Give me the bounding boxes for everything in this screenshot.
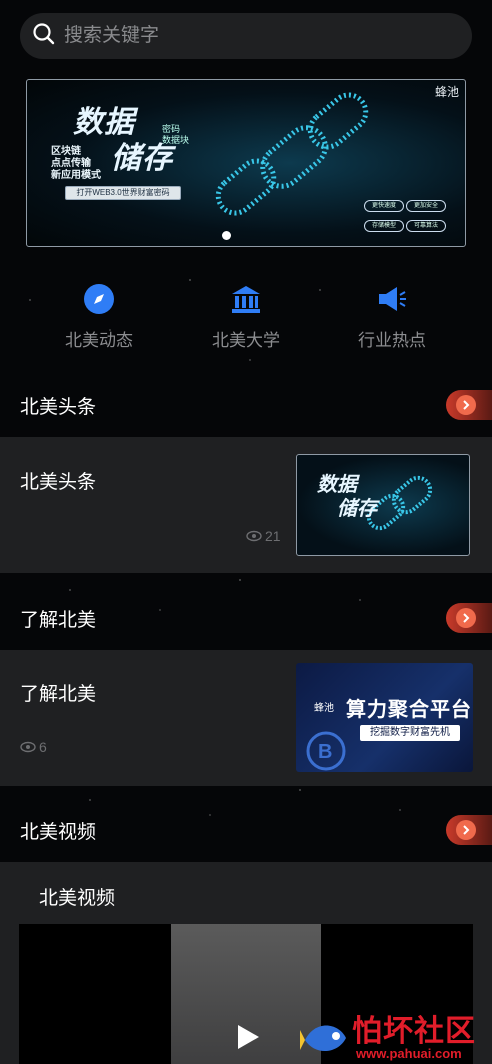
svg-text:B: B <box>318 741 332 763</box>
svg-text:储存: 储存 <box>337 497 380 520</box>
search-icon <box>32 22 56 51</box>
more-button[interactable] <box>446 390 492 420</box>
banner-cta: 打开WEB3.0世界财富密码 <box>65 186 181 200</box>
section-title: 北美视频 <box>20 821 97 843</box>
compass-icon <box>84 284 114 314</box>
carousel-indicator-dot[interactable] <box>222 231 231 240</box>
fish-logo-icon <box>300 1025 346 1052</box>
watermark-logo: 怕坏社区 www.pahuai.com <box>300 1006 492 1064</box>
chevron-right-icon <box>463 825 470 835</box>
banner-title-line2: 储存 <box>111 142 173 175</box>
article-thumbnail: 数据 储存 <box>296 454 470 556</box>
banner-title-line1: 数据 <box>73 106 135 139</box>
university-icon <box>232 286 260 313</box>
view-count: 21 <box>246 528 281 544</box>
more-button[interactable] <box>446 603 492 633</box>
more-button[interactable] <box>446 815 492 845</box>
nav-item-news[interactable]: 北美动态 <box>39 282 159 351</box>
banner-brand: 蜂池 <box>434 85 459 99</box>
banner-carousel[interactable]: 蜂池 数据 储存 密码 数据块 区块链 点点传输 新应用模式 打开WEB3.0世… <box>26 79 466 247</box>
svg-text:数据: 数据 <box>317 473 360 496</box>
banner-lines: 区块链 点点传输 新应用模式 <box>51 146 101 181</box>
eye-icon <box>246 530 262 542</box>
banner-subtitle: 密码 数据块 <box>162 124 190 145</box>
megaphone-icon <box>379 287 406 311</box>
category-nav: 北美动态 北美大学 行业热点 <box>0 282 492 354</box>
eye-icon <box>20 741 36 753</box>
article-title: 了解北美 <box>20 684 97 705</box>
article-card-about[interactable]: 了解北美 6 B 蜂池 算力聚合平台 挖掘数字财富先机 <box>0 650 492 786</box>
video-title: 北美视频 <box>39 888 116 909</box>
play-icon[interactable] <box>232 1022 262 1052</box>
article-thumbnail: B 蜂池 算力聚合平台 挖掘数字财富先机 <box>296 663 473 772</box>
chevron-right-icon <box>463 613 470 623</box>
article-card-headlines[interactable]: 北美头条 21 数据 储存 <box>0 437 492 573</box>
chain-illustration <box>215 92 369 216</box>
search-bar[interactable] <box>20 13 472 59</box>
article-title: 北美头条 <box>20 472 97 493</box>
chevron-right-icon <box>463 400 470 410</box>
nav-item-industry[interactable]: 行业热点 <box>332 282 452 351</box>
banner-tags: 更快速度 更加安全 存储模型 可靠算法 <box>363 194 451 234</box>
section-title: 北美头条 <box>20 396 97 418</box>
section-header-about: 了解北美 <box>0 588 492 648</box>
nav-item-university[interactable]: 北美大学 <box>186 282 306 351</box>
search-input[interactable] <box>64 25 472 47</box>
section-title: 了解北美 <box>20 609 97 631</box>
view-count: 6 <box>20 739 47 755</box>
section-header-video: 北美视频 <box>0 800 492 860</box>
section-header-headlines: 北美头条 <box>0 375 492 435</box>
